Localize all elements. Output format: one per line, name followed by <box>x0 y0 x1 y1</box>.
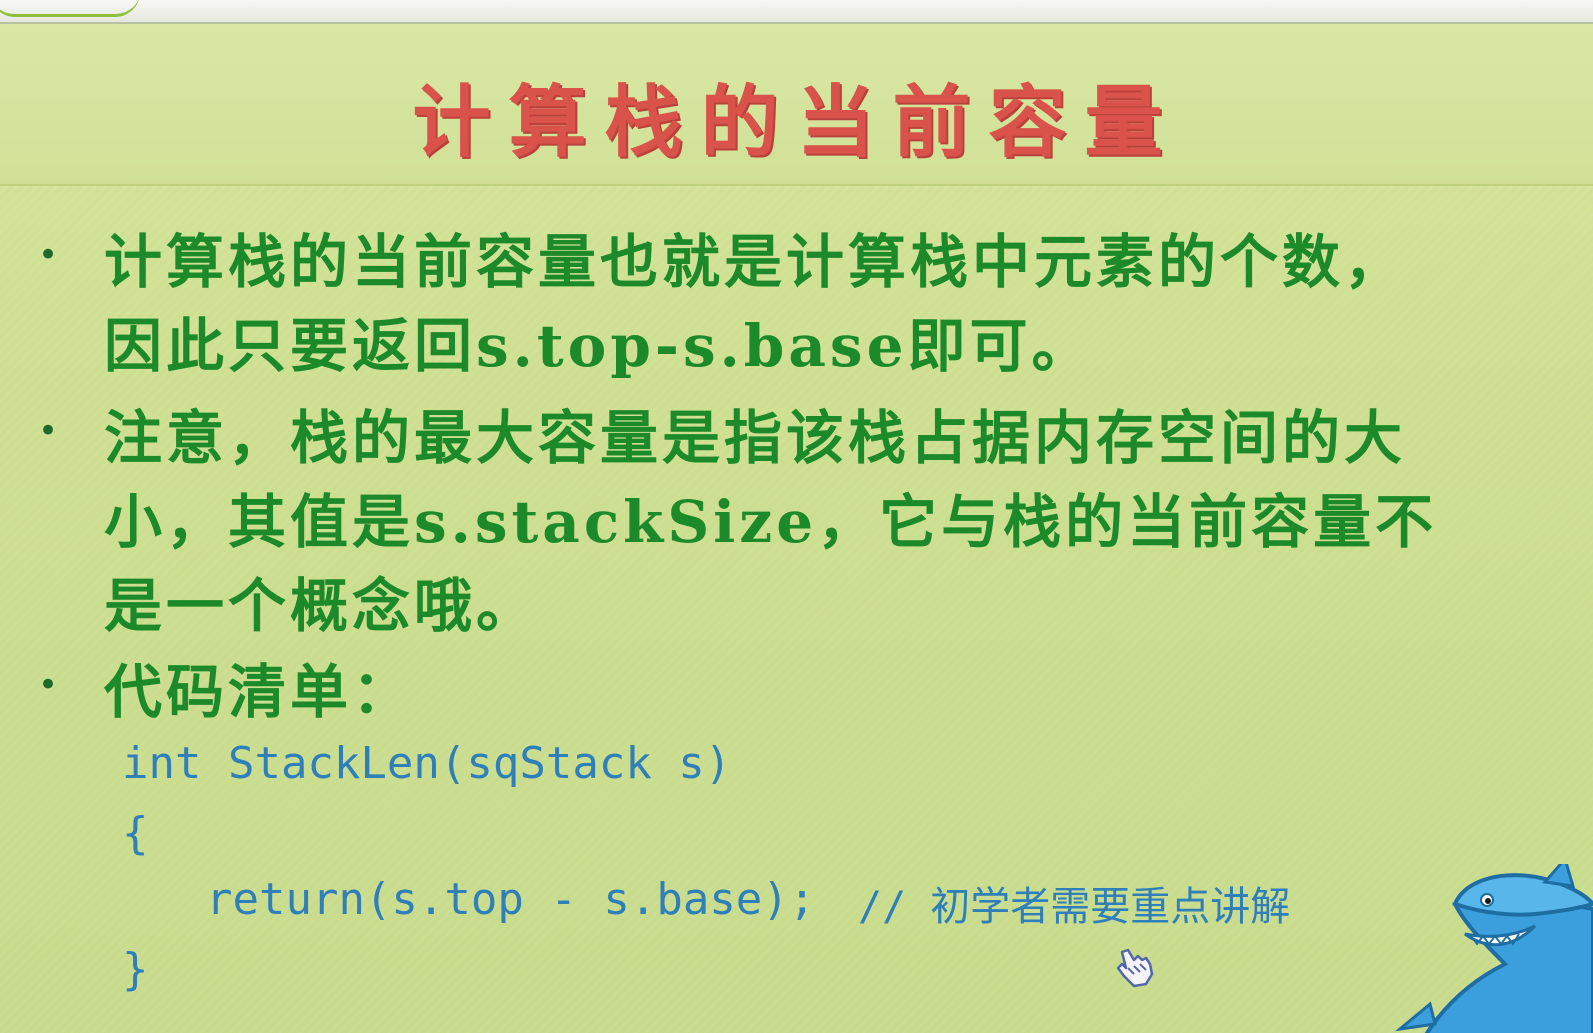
title-band: 计算栈的当前容量 <box>0 24 1593 186</box>
code-comment: // 初学者需要重点讲解 <box>858 884 1291 930</box>
slide-canvas: 计算栈的当前容量 • 计算栈的当前容量也就是计算栈中元素的个数， 因此只要返回s… <box>0 24 1593 1033</box>
code-line-open-brace: { <box>122 808 149 859</box>
bullet-2-line-2: 小，其值是s.stackSize，它与栈的当前容量不 <box>104 488 1438 556</box>
bullet-2-line-1: 注意，栈的最大容量是指该栈占据内存空间的大 <box>104 404 1407 472</box>
bullet-dot-2: • <box>38 411 59 451</box>
code-line-return: return(s.top - s.base); <box>206 874 816 925</box>
header-swoosh-decoration <box>0 0 140 17</box>
bullet-text-1: 计算栈的当前容量也就是计算栈中元素的个数， 因此只要返回s.top-s.base… <box>104 220 1554 388</box>
window-top-bar <box>0 0 1593 24</box>
bullet-text-3: 代码清单： <box>104 650 1554 734</box>
bullet-dot-3: • <box>38 665 59 705</box>
bullet-1-line-2: 因此只要返回s.top-s.base即可。 <box>104 312 1094 380</box>
code-line-signature: int StackLen(sqStack s) <box>122 738 732 789</box>
bullet-text-2: 注意，栈的最大容量是指该栈占据内存空间的大 小，其值是s.stackSize，它… <box>104 396 1554 648</box>
shark-mascot-icon <box>1395 864 1593 1033</box>
slide-title: 计算栈的当前容量 <box>412 77 1181 168</box>
bullet-1-line-1: 计算栈的当前容量也就是计算栈中元素的个数， <box>104 228 1407 296</box>
code-line-close-brace: } <box>122 944 149 995</box>
hand-pointer-icon <box>1116 948 1154 988</box>
bullet-dot-1: • <box>38 235 59 275</box>
bullet-3-line-1: 代码清单： <box>104 658 415 726</box>
bullet-2-line-3: 是一个概念哦。 <box>104 572 539 640</box>
